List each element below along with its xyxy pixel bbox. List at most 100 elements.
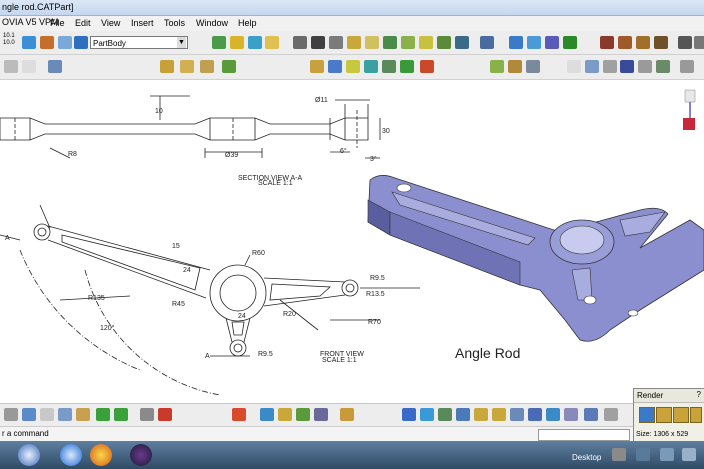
transform-icon[interactable] bbox=[480, 36, 494, 49]
body-combo[interactable]: PartBody ▼ bbox=[90, 36, 188, 49]
line-icon[interactable] bbox=[678, 36, 692, 49]
help-icon[interactable]: ? bbox=[697, 390, 701, 399]
multi-view-icon[interactable] bbox=[528, 408, 542, 421]
undo-icon[interactable] bbox=[96, 408, 110, 421]
thick-surface-icon[interactable] bbox=[222, 60, 236, 73]
draft-icon[interactable] bbox=[383, 36, 397, 49]
iso-view-icon[interactable] bbox=[546, 408, 560, 421]
select-icon[interactable] bbox=[4, 60, 18, 73]
analysis-icon[interactable] bbox=[654, 36, 668, 49]
constraint-icon[interactable] bbox=[260, 408, 274, 421]
hole-icon[interactable] bbox=[293, 36, 307, 49]
reference-icon[interactable] bbox=[314, 408, 328, 421]
assemble-icon[interactable] bbox=[310, 60, 324, 73]
menu-file[interactable]: File bbox=[50, 18, 65, 28]
menu-tools[interactable]: Tools bbox=[164, 18, 185, 28]
save-icon[interactable] bbox=[22, 408, 36, 421]
measure-icon[interactable] bbox=[636, 36, 650, 49]
union-trim-icon[interactable] bbox=[382, 60, 396, 73]
law-icon[interactable] bbox=[638, 60, 652, 73]
slot-icon[interactable] bbox=[329, 36, 343, 49]
pocket-icon[interactable] bbox=[230, 36, 244, 49]
thickness-icon[interactable] bbox=[419, 36, 433, 49]
skype-icon[interactable] bbox=[60, 444, 82, 466]
render-shading-icon[interactable] bbox=[639, 407, 655, 423]
bolt-icon[interactable] bbox=[160, 60, 174, 73]
check-icon[interactable] bbox=[656, 60, 670, 73]
rotate-icon[interactable] bbox=[456, 408, 470, 421]
render-output-icon[interactable] bbox=[690, 407, 702, 423]
paste-icon[interactable] bbox=[76, 408, 90, 421]
render-light-icon[interactable] bbox=[673, 407, 689, 423]
render-scene-icon[interactable] bbox=[656, 407, 672, 423]
comment-icon[interactable] bbox=[585, 60, 599, 73]
analysis-tool-icon[interactable] bbox=[340, 408, 354, 421]
print-icon[interactable] bbox=[4, 408, 18, 421]
fly-icon[interactable] bbox=[402, 408, 416, 421]
tray-arrow-icon[interactable] bbox=[612, 448, 626, 461]
menu-edit[interactable]: Edit bbox=[75, 18, 91, 28]
macro-icon[interactable] bbox=[232, 408, 246, 421]
geometry-canvas[interactable]: 10 Ø11 30 Ø39 6° 3° R8 R60 R9.5 R13.5 R1… bbox=[0, 80, 704, 400]
more-icon[interactable] bbox=[694, 36, 704, 49]
user-pattern-icon[interactable] bbox=[545, 36, 559, 49]
knowledge-icon[interactable] bbox=[603, 60, 617, 73]
hide-show-icon[interactable] bbox=[490, 60, 504, 73]
split-icon[interactable] bbox=[180, 60, 194, 73]
fillet-icon[interactable] bbox=[347, 36, 361, 49]
line-constraint-icon[interactable] bbox=[420, 60, 434, 73]
update-icon[interactable] bbox=[140, 408, 154, 421]
plane-icon[interactable] bbox=[58, 36, 72, 49]
angle-rod-3d-part[interactable] bbox=[367, 175, 704, 342]
axis-icon[interactable] bbox=[40, 36, 54, 49]
snap-icon[interactable] bbox=[22, 60, 36, 73]
rib-icon[interactable] bbox=[311, 36, 325, 49]
pattern-icon[interactable] bbox=[527, 36, 541, 49]
menu-view[interactable]: View bbox=[101, 18, 120, 28]
copy-icon[interactable] bbox=[58, 408, 72, 421]
command-input[interactable] bbox=[538, 429, 630, 441]
body-icon[interactable] bbox=[74, 36, 88, 49]
network-icon[interactable] bbox=[636, 448, 650, 461]
hide-icon[interactable] bbox=[584, 408, 598, 421]
normal-view-icon[interactable] bbox=[510, 408, 524, 421]
chamfer-icon[interactable] bbox=[365, 36, 379, 49]
media-icon[interactable] bbox=[130, 444, 152, 466]
groove-icon[interactable] bbox=[265, 36, 279, 49]
pan-icon[interactable] bbox=[438, 408, 452, 421]
menu-insert[interactable]: Insert bbox=[131, 18, 154, 28]
clock-icon[interactable] bbox=[682, 448, 696, 461]
start-orb-icon[interactable] bbox=[18, 444, 40, 466]
menu-help[interactable]: Help bbox=[238, 18, 257, 28]
swap-space-icon[interactable] bbox=[604, 408, 618, 421]
fit-all-icon[interactable] bbox=[420, 408, 434, 421]
point-icon[interactable] bbox=[400, 60, 414, 73]
firefox-icon[interactable] bbox=[90, 444, 112, 466]
intersect-icon[interactable] bbox=[364, 60, 378, 73]
swap-icon[interactable] bbox=[508, 60, 522, 73]
compass-icon[interactable] bbox=[683, 89, 696, 130]
shell-icon[interactable] bbox=[401, 36, 415, 49]
desktop-label[interactable]: Desktop bbox=[572, 453, 601, 462]
formula-icon[interactable] bbox=[567, 60, 581, 73]
geometric-icon[interactable] bbox=[296, 408, 310, 421]
table-icon[interactable] bbox=[620, 60, 634, 73]
stop-icon[interactable] bbox=[158, 408, 172, 421]
mirror-icon[interactable] bbox=[509, 36, 523, 49]
properties-icon[interactable] bbox=[526, 60, 540, 73]
menu-window[interactable]: Window bbox=[196, 18, 228, 28]
shading-icon[interactable] bbox=[564, 408, 578, 421]
apply-material-icon[interactable] bbox=[618, 36, 632, 49]
chevron-down-icon[interactable]: ▼ bbox=[177, 37, 186, 48]
shaft-icon[interactable] bbox=[248, 36, 262, 49]
scaling-icon[interactable] bbox=[563, 36, 577, 49]
material-icon[interactable] bbox=[600, 36, 614, 49]
sketch-icon[interactable] bbox=[22, 36, 36, 49]
dimension-icon[interactable] bbox=[278, 408, 292, 421]
volume-icon[interactable] bbox=[660, 448, 674, 461]
remove-face-icon[interactable] bbox=[455, 36, 469, 49]
cut-icon[interactable] bbox=[40, 408, 54, 421]
lock-icon[interactable] bbox=[680, 60, 694, 73]
thread-icon[interactable] bbox=[437, 36, 451, 49]
zoom-in-icon[interactable] bbox=[474, 408, 488, 421]
